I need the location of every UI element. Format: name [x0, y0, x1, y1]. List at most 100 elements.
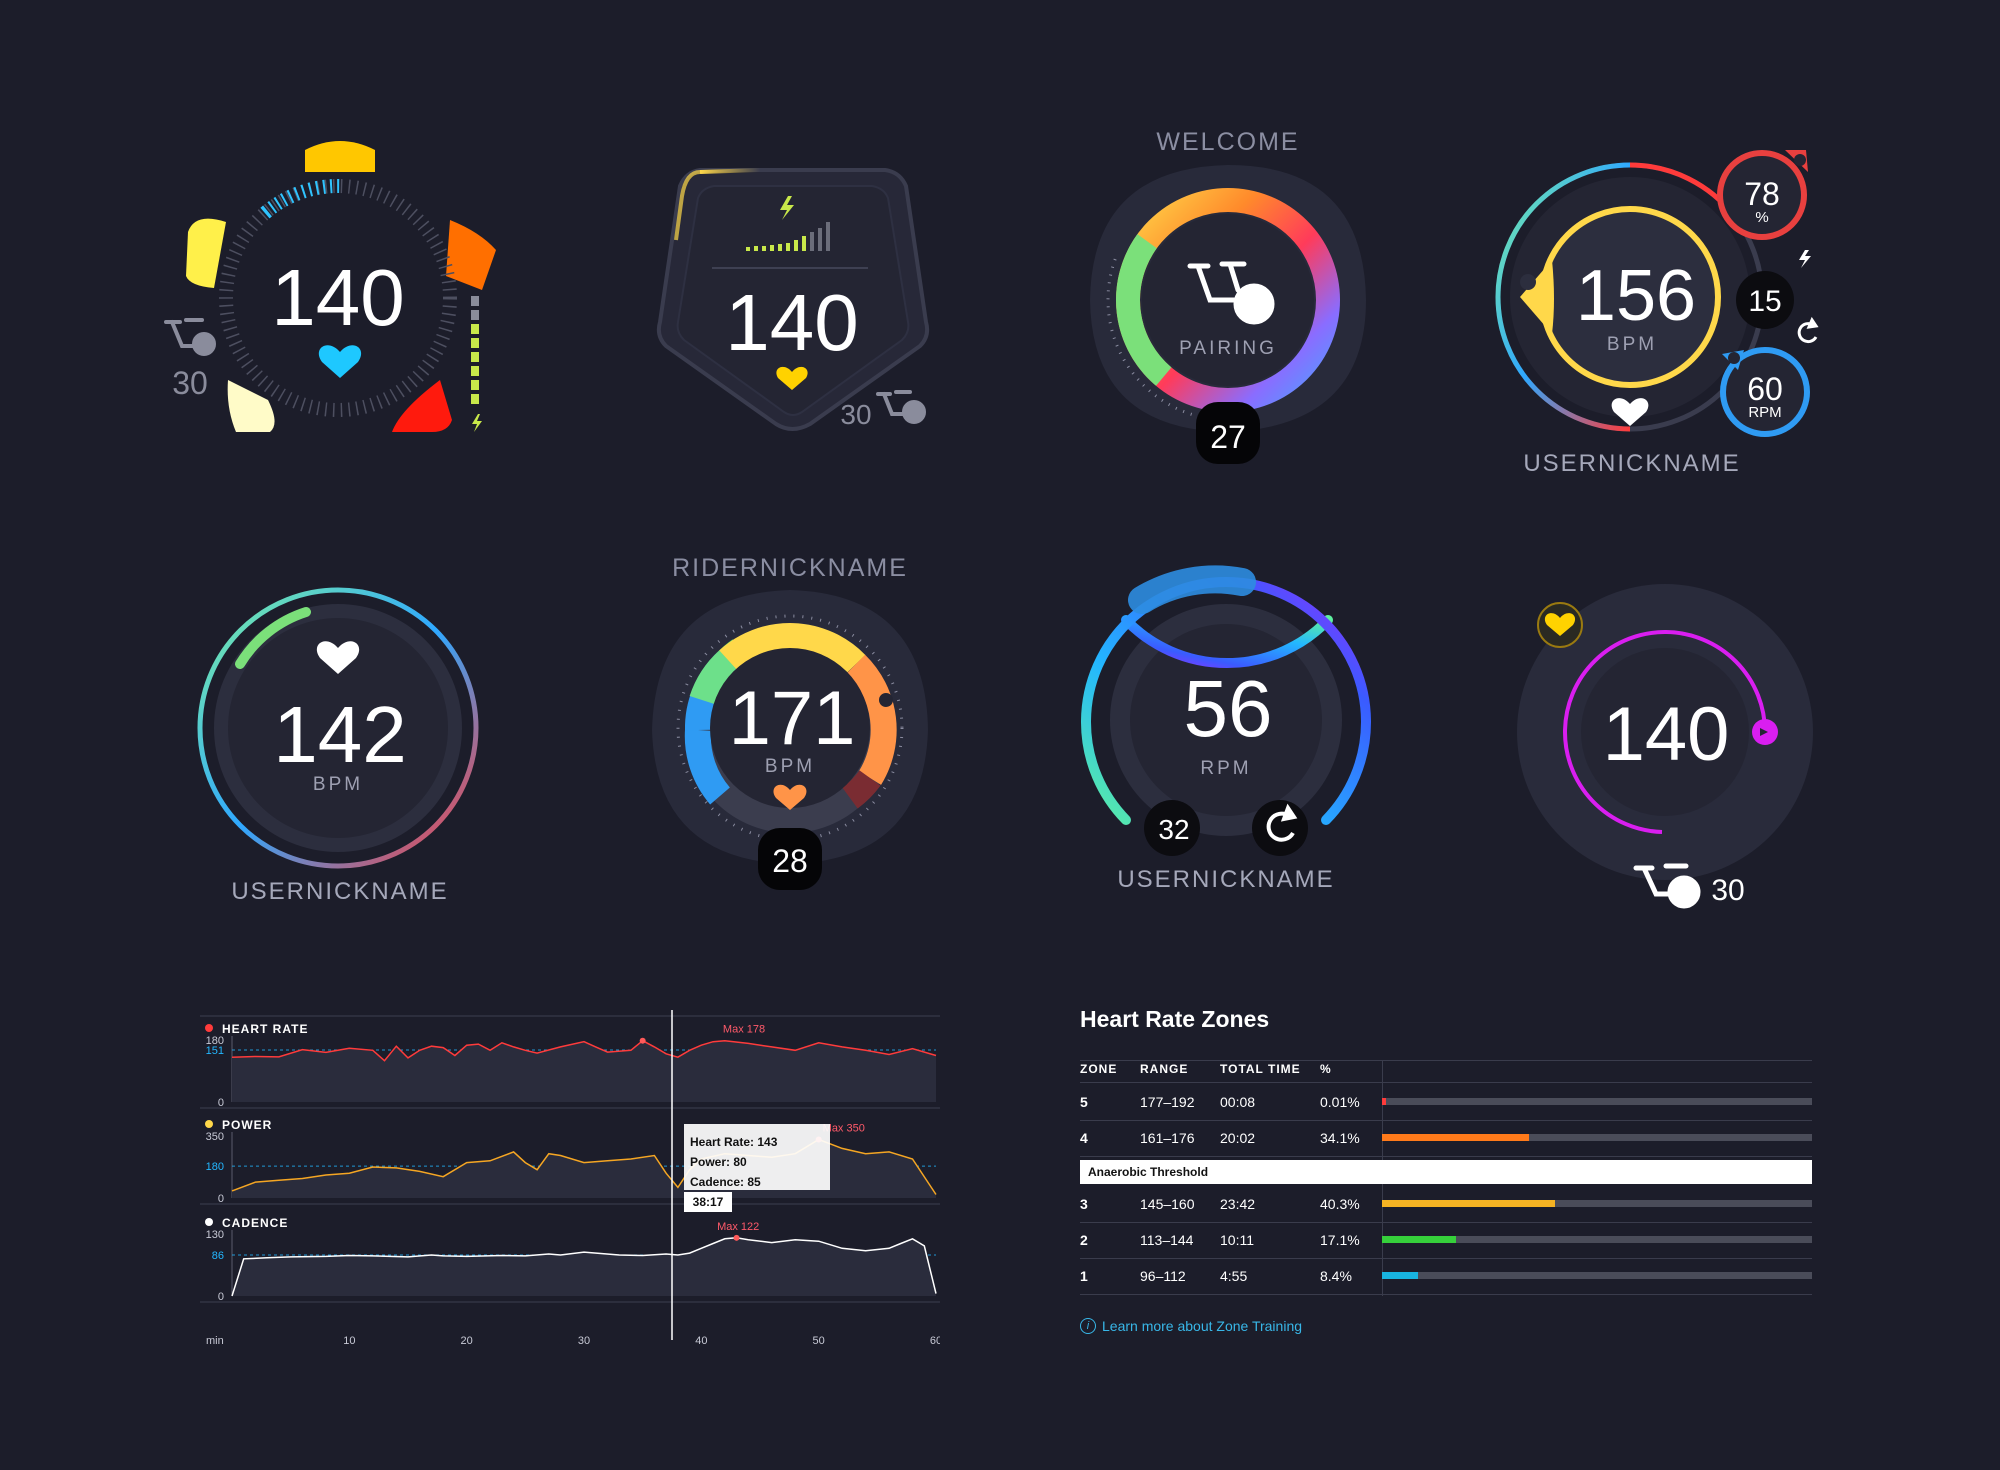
w5-value: 142	[273, 690, 406, 779]
ride-chart[interactable]: HEART RATE1800151Max 178POWER3500180Max …	[200, 1010, 940, 1350]
zone-time: 23:42	[1220, 1196, 1256, 1212]
zones-header-zone: ZONE	[1080, 1062, 1118, 1076]
avg-label: 151	[206, 1045, 224, 1057]
zone-training-link[interactable]: i Learn more about Zone Training	[1080, 1318, 1302, 1334]
w7-value: 56	[1184, 664, 1273, 753]
zone-pct: 0.01%	[1320, 1094, 1360, 1110]
zone-row: 4 161–176 20:02 34.1%	[1080, 1120, 1812, 1157]
x-axis-label: min	[206, 1335, 224, 1347]
zones-head-rule	[1080, 1082, 1812, 1083]
zone-bar-fill	[1382, 1236, 1456, 1243]
x-tick-label: 50	[813, 1335, 825, 1347]
y-tick-label: 0	[218, 1097, 224, 1109]
tooltip-cadence: Cadence: 85	[690, 1175, 761, 1189]
heart-icon	[205, 1024, 213, 1032]
zone-bar-track	[1382, 1272, 1812, 1279]
w7-unit: RPM	[1200, 758, 1251, 779]
zone-bar-track	[1382, 1236, 1812, 1243]
zone-time: 00:08	[1220, 1094, 1256, 1110]
zones-header-range: RANGE	[1140, 1062, 1189, 1076]
bike-icon	[164, 318, 216, 356]
max-point	[733, 1234, 740, 1241]
y-tick-label: 0	[218, 1291, 224, 1303]
zone-bar-fill	[1382, 1098, 1387, 1105]
series-area	[232, 1139, 936, 1198]
zone-number: 4	[1080, 1130, 1088, 1146]
zone-bar-track	[1382, 1200, 1812, 1207]
zone-range: 177–192	[1140, 1094, 1195, 1110]
zone-number: 1	[1080, 1268, 1088, 1284]
panel-title: POWER	[222, 1118, 272, 1132]
x-tick-label: 10	[343, 1335, 355, 1347]
zone-range: 161–176	[1140, 1130, 1195, 1146]
w2-value: 140	[725, 278, 858, 367]
anaerobic-threshold: Anaerobic Threshold	[1080, 1160, 1812, 1184]
w7-sub-value: 32	[1158, 814, 1189, 845]
w1-bike-count: 30	[172, 365, 208, 401]
zone-bar-fill	[1382, 1134, 1529, 1141]
w2-bike-count: 30	[840, 399, 871, 430]
bike-icon	[876, 390, 926, 424]
w3-title: WELCOME	[1156, 128, 1300, 156]
heart-icon	[318, 345, 362, 378]
zone-bar-track	[1382, 1134, 1812, 1141]
y-tick-label: 130	[206, 1229, 224, 1241]
w4-percent-unit: %	[1755, 209, 1768, 226]
panel-title: CADENCE	[222, 1216, 288, 1230]
w4-cadence-value: 60	[1747, 371, 1783, 407]
zone-number: 5	[1080, 1094, 1088, 1110]
zone-pct: 34.1%	[1320, 1130, 1360, 1146]
refresh-icon	[1797, 316, 1819, 344]
max-label: Max 122	[717, 1221, 759, 1233]
w4-unit: BPM	[1607, 334, 1657, 355]
x-tick-label: 40	[695, 1335, 707, 1347]
bolt-icon	[205, 1120, 213, 1128]
zones-top-rule	[1080, 1060, 1812, 1061]
tooltip-power: Power: 80	[690, 1155, 747, 1169]
w6-badge: 28	[772, 843, 808, 879]
w4-nickname: USERNICKNAME	[1523, 450, 1741, 477]
x-tick-label: 20	[461, 1335, 473, 1347]
zone-training-link-label: Learn more about Zone Training	[1102, 1318, 1303, 1334]
w3-status: PAIRING	[1179, 338, 1277, 359]
w5-nickname: USERNICKNAME	[231, 878, 449, 905]
zones-header-pct: %	[1320, 1062, 1332, 1076]
x-tick-label: 30	[578, 1335, 590, 1347]
zone-range: 113–144	[1140, 1232, 1194, 1248]
max-point	[639, 1037, 646, 1044]
w7-nickname: USERNICKNAME	[1117, 866, 1335, 893]
w4-percent-value: 78	[1744, 176, 1780, 212]
max-label: Max 178	[723, 1024, 765, 1036]
zones-header-time: TOTAL TIME	[1220, 1062, 1301, 1076]
w1-value: 140	[271, 253, 404, 342]
avg-label: 86	[212, 1250, 224, 1262]
zone-bar-track	[1382, 1098, 1812, 1105]
y-tick-label: 0	[218, 1193, 224, 1205]
zone-row: 3 145–160 23:42 40.3%	[1080, 1186, 1812, 1223]
zone-number: 3	[1080, 1196, 1088, 1212]
zone-pct: 17.1%	[1320, 1232, 1360, 1248]
info-icon: i	[1080, 1318, 1096, 1334]
time-badge-label: 38:17	[693, 1195, 724, 1209]
zone-row: 5 177–192 00:08 0.01%	[1080, 1084, 1812, 1121]
w6-title: RIDERNICKNAME	[672, 554, 908, 582]
zone-time: 20:02	[1220, 1130, 1256, 1146]
series-area	[232, 1237, 936, 1296]
zone-bar-fill	[1382, 1272, 1419, 1279]
x-tick-label: 60	[930, 1335, 940, 1347]
zone-range: 145–160	[1140, 1196, 1195, 1212]
w8-value: 140	[1603, 692, 1730, 777]
w1-level-meter	[471, 296, 482, 432]
w6-unit: BPM	[765, 756, 815, 777]
y-tick-label: 350	[206, 1131, 224, 1143]
zone-time: 10:11	[1220, 1232, 1254, 1248]
cadence-icon	[205, 1218, 213, 1226]
zone-pct: 40.3%	[1320, 1196, 1360, 1212]
bolt-icon	[472, 414, 482, 432]
w4-value: 156	[1576, 256, 1696, 336]
panel-title: HEART RATE	[222, 1022, 308, 1036]
zone-row: 1 96–112 4:55 8.4%	[1080, 1258, 1812, 1295]
w5-unit: BPM	[313, 774, 363, 795]
avg-label: 180	[206, 1161, 224, 1173]
zone-time: 4:55	[1220, 1268, 1248, 1284]
